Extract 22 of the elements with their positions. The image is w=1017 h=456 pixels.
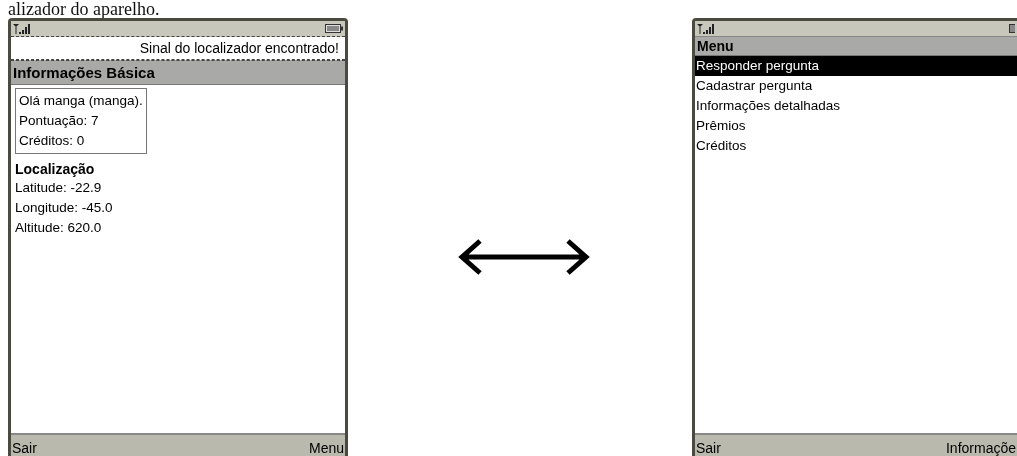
signal-icon bbox=[13, 23, 33, 34]
double-arrow-icon bbox=[456, 237, 592, 277]
softkey-button[interactable]: Sair bbox=[12, 440, 37, 456]
info-line: Altitude: 620.0 bbox=[15, 219, 103, 237]
softkey-button[interactable]: Sair bbox=[696, 440, 721, 456]
menu-item[interactable]: Responder pergunta bbox=[695, 56, 1017, 76]
section-heading: Localização bbox=[15, 160, 96, 178]
menu-item[interactable]: Cadastrar pergunta bbox=[695, 76, 1017, 96]
info-box: Olá manga (manga). Pontuação: 7 Créditos: 0 bbox=[15, 88, 147, 154]
softkey-button[interactable]: Menu bbox=[308, 440, 344, 456]
softkey-button[interactable]: Informaçõe bbox=[945, 440, 1016, 456]
screen-title: Menu bbox=[695, 36, 1017, 56]
screen-title: Informações Básica bbox=[11, 60, 345, 85]
caption-text: alizador do aparelho. bbox=[7, 0, 161, 18]
menu-item[interactable]: Informações detalhadas bbox=[695, 96, 1017, 116]
info-line: Latitude: -22.9 bbox=[15, 179, 103, 197]
battery-icon bbox=[1009, 24, 1015, 33]
menu-item[interactable]: Créditos bbox=[695, 136, 1017, 156]
signal-icon bbox=[697, 23, 717, 34]
menu-item[interactable]: Prêmios bbox=[695, 116, 1017, 136]
battery-icon bbox=[325, 24, 343, 33]
info-line: Longitude: -45.0 bbox=[15, 199, 114, 217]
